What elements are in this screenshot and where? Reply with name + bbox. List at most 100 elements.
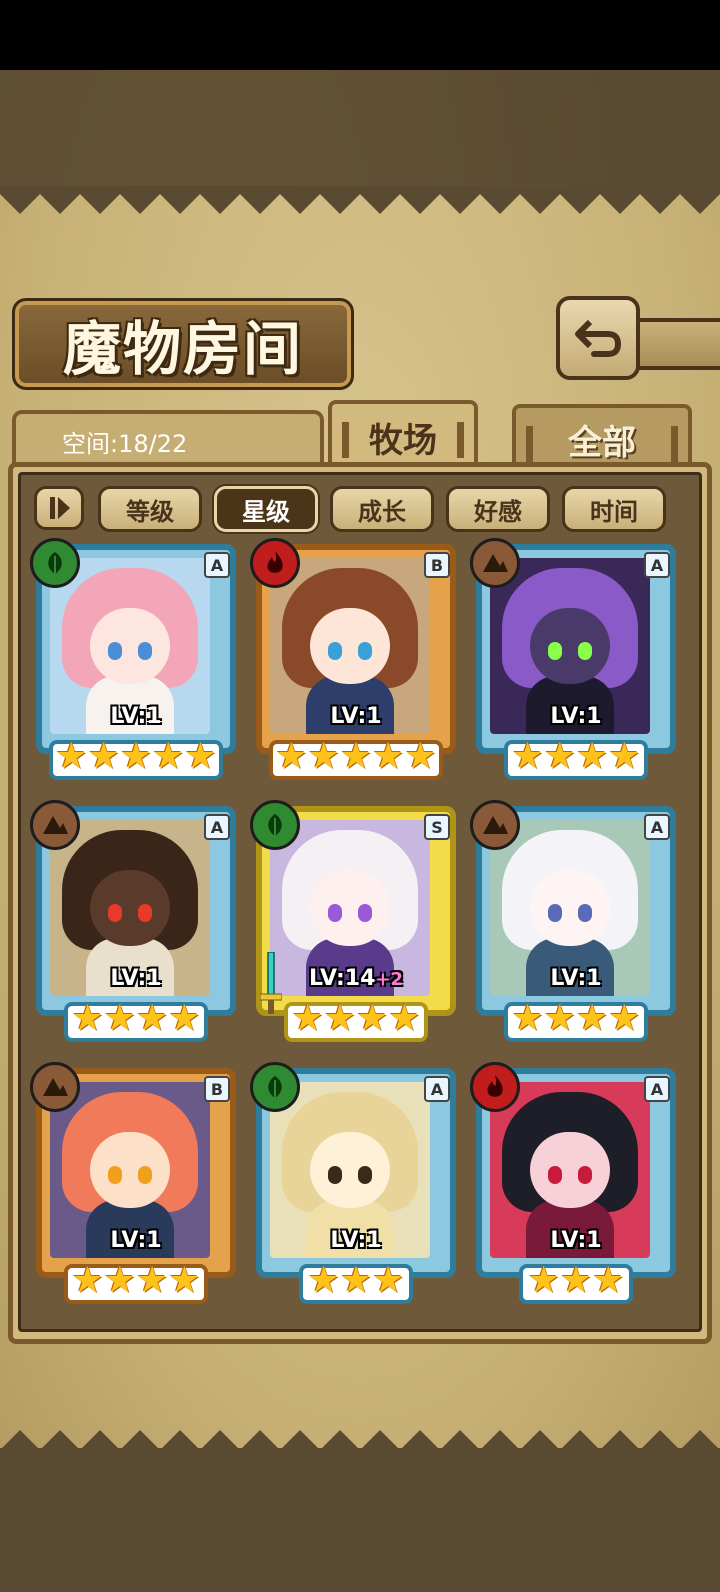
star-icon: ★: [55, 736, 88, 777]
monster-card[interactable]: B LV:1 ★ ★ ★ ★: [30, 1062, 236, 1308]
level-label: LV:1: [476, 1228, 676, 1253]
star-icon: ★: [511, 998, 544, 1039]
status-bar: [0, 0, 720, 70]
monster-card[interactable]: B LV:1 ★ ★ ★ ★ ★: [250, 538, 456, 784]
rank-badge: A: [644, 814, 670, 840]
star-icon: ★: [323, 998, 356, 1039]
star-icon: ★: [307, 736, 340, 777]
level-label: LV:14+2: [256, 966, 456, 991]
star-icon: ★: [511, 736, 544, 777]
level-value: LV:1: [110, 966, 162, 991]
star-rating: ★ ★ ★: [256, 1258, 456, 1304]
star-icon: ★: [543, 998, 576, 1039]
fire-icon: [250, 538, 300, 588]
level-value: LV:1: [330, 704, 382, 729]
star-icon: ★: [372, 1260, 405, 1301]
star-icon: ★: [168, 998, 201, 1039]
level-label: LV:1: [36, 1228, 236, 1253]
star-rating: ★ ★ ★ ★: [36, 1258, 236, 1304]
monster-card[interactable]: A LV:1 ★ ★ ★: [250, 1062, 456, 1308]
level-value: LV:1: [550, 966, 602, 991]
star-icon: ★: [119, 736, 153, 777]
star-icon: ★: [608, 998, 641, 1039]
sort-order-toggle[interactable]: [34, 486, 84, 530]
star-icon: ★: [103, 1260, 136, 1301]
tab-all-label: 全部: [568, 422, 636, 463]
filter-level-button[interactable]: 等级: [98, 486, 202, 532]
monster-card[interactable]: A LV:1 ★ ★ ★ ★ ★: [30, 538, 236, 784]
tab-all[interactable]: 全部: [512, 404, 692, 470]
back-button[interactable]: [556, 296, 640, 380]
zigzag-top-edge: [0, 186, 720, 214]
star-icon: ★: [291, 998, 324, 1039]
monster-card[interactable]: A LV:1 ★ ★ ★ ★: [30, 800, 236, 1046]
earth-icon: [470, 800, 520, 850]
back-rail: [634, 318, 720, 370]
star-icon: ★: [103, 998, 136, 1039]
level-label: LV:1: [36, 704, 236, 729]
level-value: LV:1: [110, 704, 162, 729]
level-label: LV:1: [476, 966, 676, 991]
monster-card[interactable]: A LV:1 ★ ★ ★ ★: [470, 800, 676, 1046]
sort-icon: [50, 497, 70, 519]
star-icon: ★: [576, 736, 609, 777]
rank-badge: A: [644, 1076, 670, 1102]
level-value: LV:1: [550, 704, 602, 729]
star-icon: ★: [404, 736, 437, 777]
level-label: LV:1: [476, 704, 676, 729]
star-rating: ★ ★ ★: [476, 1258, 676, 1304]
level-value: LV:1: [330, 1228, 382, 1253]
earth-icon: [30, 800, 80, 850]
star-icon: ★: [592, 1260, 625, 1301]
monster-card[interactable]: A LV:1 ★ ★ ★: [470, 1062, 676, 1308]
rank-badge: B: [424, 552, 450, 578]
filter-stars-button[interactable]: 星级: [214, 486, 318, 532]
rank-badge: A: [204, 552, 230, 578]
filter-time-button[interactable]: 时间: [562, 486, 666, 532]
level-label: LV:1: [256, 704, 456, 729]
star-icon: ★: [608, 736, 641, 777]
star-icon: ★: [576, 998, 609, 1039]
level-label: LV:1: [36, 966, 236, 991]
tab-ranch[interactable]: 牧场: [328, 400, 478, 470]
rank-badge: A: [424, 1076, 450, 1102]
star-icon: ★: [136, 998, 169, 1039]
title-plate: 魔物房间: [12, 298, 354, 390]
star-icon: ★: [87, 736, 120, 777]
star-icon: ★: [372, 736, 405, 777]
level-value: LV:14: [308, 966, 376, 991]
star-icon: ★: [527, 1260, 560, 1301]
monster-card[interactable]: A LV:1 ★ ★ ★ ★: [470, 538, 676, 784]
tab-ranch-label: 牧场: [369, 420, 437, 461]
star-rating: ★ ★ ★ ★ ★: [256, 734, 456, 780]
rank-badge: S: [424, 814, 450, 840]
earth-icon: [30, 1062, 80, 1112]
star-rating: ★ ★ ★ ★: [36, 996, 236, 1042]
star-rating: ★ ★ ★ ★: [256, 996, 456, 1042]
leaf-icon: [250, 1062, 300, 1112]
star-icon: ★: [152, 736, 185, 777]
star-icon: ★: [71, 1260, 104, 1301]
star-icon: ★: [559, 1260, 593, 1301]
rank-badge: A: [644, 552, 670, 578]
page-title: 魔物房间: [62, 315, 303, 383]
level-label: LV:1: [256, 1228, 456, 1253]
leaf-icon: [30, 538, 80, 588]
level-value: LV:1: [550, 1228, 602, 1253]
return-icon: [575, 319, 622, 357]
filter-growth-button[interactable]: 成长: [330, 486, 434, 532]
monster-card[interactable]: S LV:14+2 ★ ★ ★ ★: [250, 800, 456, 1046]
fire-icon: [470, 1062, 520, 1112]
star-icon: ★: [388, 998, 421, 1039]
star-icon: ★: [168, 1260, 201, 1301]
star-icon: ★: [356, 998, 389, 1039]
earth-icon: [470, 538, 520, 588]
star-icon: ★: [71, 998, 104, 1039]
star-icon: ★: [339, 736, 373, 777]
star-icon: ★: [543, 736, 576, 777]
star-icon: ★: [275, 736, 308, 777]
space-count: 空间:18/22: [62, 430, 188, 458]
filter-affection-button[interactable]: 好感: [446, 486, 550, 532]
star-icon: ★: [136, 1260, 169, 1301]
star-icon: ★: [307, 1260, 340, 1301]
